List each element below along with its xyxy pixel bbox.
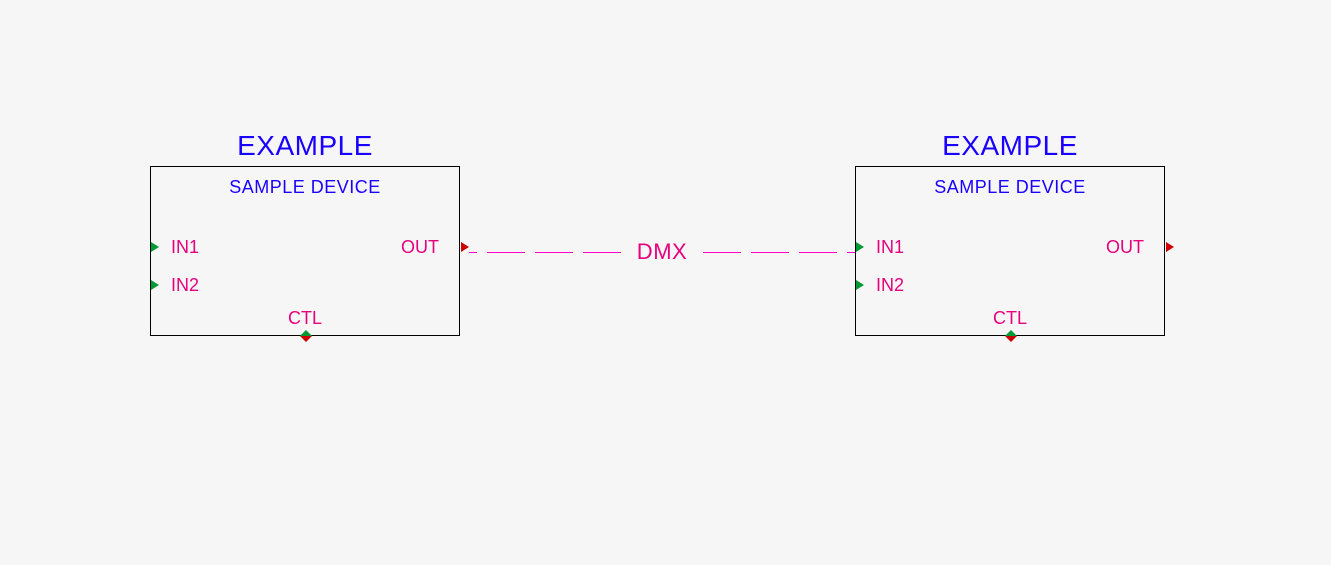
output-marker-icon xyxy=(1165,242,1175,252)
device-box: SAMPLE DEVICE IN1 IN2 OUT CTL xyxy=(855,166,1165,336)
control-marker-icon xyxy=(1005,330,1015,340)
input-marker-icon xyxy=(855,242,865,252)
input-marker-icon xyxy=(150,280,160,290)
port-label-ctl: CTL xyxy=(288,308,322,329)
port-label-in2: IN2 xyxy=(171,275,199,296)
device-block: EXAMPLE SAMPLE DEVICE IN1 IN2 OUT CTL xyxy=(855,130,1165,336)
input-marker-icon xyxy=(150,242,160,252)
connection-label: DMX xyxy=(633,239,691,265)
port-label-ctl: CTL xyxy=(993,308,1027,329)
port-label-in1: IN1 xyxy=(171,237,199,258)
input-marker-icon xyxy=(855,280,865,290)
device-subtitle: SAMPLE DEVICE xyxy=(151,177,459,198)
control-marker-icon xyxy=(300,330,310,340)
port-label-out: OUT xyxy=(1106,237,1144,258)
port-label-in2: IN2 xyxy=(876,275,904,296)
port-label-out: OUT xyxy=(401,237,439,258)
device-title: EXAMPLE xyxy=(855,130,1165,162)
dmx-connection: DMX xyxy=(469,240,855,264)
device-subtitle: SAMPLE DEVICE xyxy=(856,177,1164,198)
device-title: EXAMPLE xyxy=(150,130,460,162)
device-box: SAMPLE DEVICE IN1 IN2 OUT CTL xyxy=(150,166,460,336)
port-label-in1: IN1 xyxy=(876,237,904,258)
device-block: EXAMPLE SAMPLE DEVICE IN1 IN2 OUT CTL xyxy=(150,130,460,336)
